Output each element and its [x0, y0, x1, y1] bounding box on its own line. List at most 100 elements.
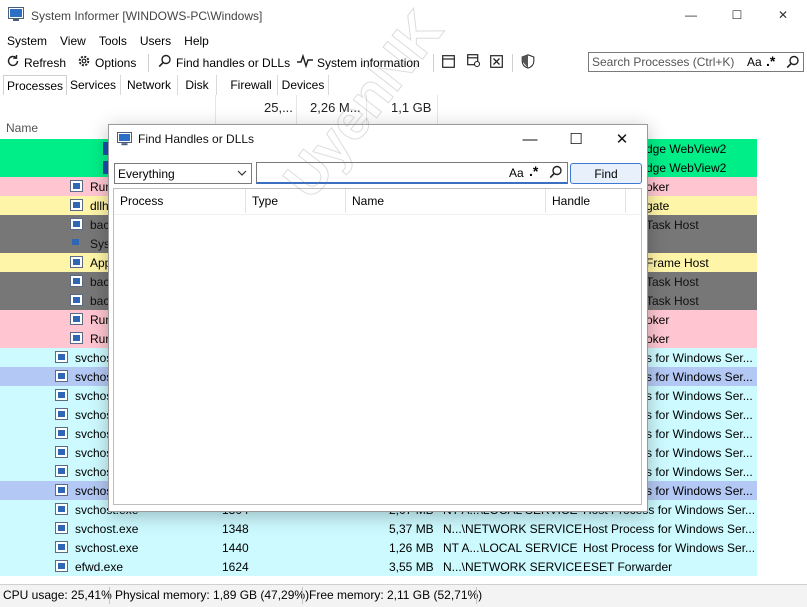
- gear-icon: [77, 54, 91, 71]
- process-name: bac: [90, 294, 110, 308]
- menu-tools[interactable]: Tools: [92, 32, 133, 48]
- dialog-minimize-button[interactable]: —: [507, 125, 553, 153]
- process-icon: [70, 313, 83, 325]
- name-column-header[interactable]: Name: [6, 121, 38, 135]
- match-case-toggle[interactable]: Aa: [747, 55, 762, 69]
- find-handles-button[interactable]: Find handles or DLLs: [158, 53, 290, 72]
- toolbar-separator: [512, 54, 513, 72]
- process-icon: [55, 560, 68, 572]
- process-column-header[interactable]: Process: [114, 189, 246, 213]
- process-name: svchos: [75, 389, 113, 403]
- name-column-header[interactable]: Name: [346, 189, 546, 213]
- handle-column-header[interactable]: Handle: [546, 189, 626, 213]
- process-name: bac: [90, 218, 110, 232]
- search-icon: [158, 54, 172, 71]
- options-label: Options: [95, 55, 137, 70]
- results-header: Process Type Name Handle: [114, 189, 641, 215]
- tab-services[interactable]: Services: [66, 75, 121, 95]
- process-name: svchost.exe: [75, 541, 139, 555]
- menu-users[interactable]: Users: [133, 32, 177, 48]
- process-name: Sys: [90, 237, 111, 251]
- process-name: efwd.exe: [75, 560, 124, 574]
- process-description: oker: [646, 313, 670, 327]
- process-name: bac: [90, 275, 110, 289]
- tab-firewall[interactable]: Firewall: [225, 75, 278, 95]
- process-icon: [70, 199, 83, 211]
- status-separator: [109, 587, 110, 604]
- menu-view[interactable]: View: [53, 32, 92, 48]
- search-icon[interactable]: [549, 165, 563, 182]
- window-title: System Informer [WINDOWS-PC\Windows]: [31, 9, 263, 23]
- scope-dropdown-value: Everything: [118, 167, 175, 181]
- refresh-label: Refresh: [24, 55, 67, 70]
- process-private-bytes: 5,37 MB: [389, 522, 434, 536]
- free-memory-status: Free memory: 2,11 GB (52,71%): [309, 588, 483, 602]
- process-name: svchos: [75, 427, 113, 441]
- tab-processes[interactable]: Processes: [3, 75, 67, 96]
- tab-devices[interactable]: Devices: [278, 75, 329, 95]
- regex-toggle[interactable]: .*: [766, 53, 775, 69]
- process-description: s for Windows Ser...: [646, 389, 753, 403]
- cpu-summary: 25,...: [264, 100, 293, 115]
- window-close-icon: [490, 54, 503, 71]
- find-window-button[interactable]: [467, 53, 481, 72]
- search-icon[interactable]: [786, 55, 800, 72]
- process-icon: [55, 522, 68, 534]
- table-row[interactable]: svchost.exe 1440 1,26 MB NT A...\LOCAL SERV…: [0, 538, 757, 557]
- process-private-bytes: 3,55 MB: [389, 560, 434, 574]
- window-icon: [442, 54, 455, 71]
- process-search-input[interactable]: Search Processes (Ctrl+K) Aa .*: [588, 52, 804, 72]
- refresh-button[interactable]: Refresh: [6, 53, 66, 72]
- process-user: NT A...\LOCAL SERVICE: [443, 541, 578, 555]
- process-name: svchos: [75, 370, 113, 384]
- table-row[interactable]: svchost.exe 1348 5,37 MB N...\NETWORK SERVI…: [0, 519, 757, 538]
- menu-help[interactable]: Help: [177, 32, 215, 48]
- maximize-icon: ☐: [569, 131, 583, 148]
- tab-network[interactable]: Network: [121, 75, 178, 95]
- process-description: s for Windows Ser...: [646, 370, 753, 384]
- find-button[interactable]: Find: [570, 163, 642, 184]
- pulse-icon: [297, 53, 313, 71]
- process-description: Task Host: [646, 294, 699, 308]
- dialog-title: Find Handles or DLLs: [138, 132, 255, 146]
- process-user: N...\NETWORK SERVICE: [443, 560, 583, 574]
- minimize-icon: —: [522, 130, 538, 148]
- process-name: svchos: [75, 465, 113, 479]
- process-name: svchos: [75, 408, 113, 422]
- find-handles-label: Find handles or DLLs: [176, 55, 291, 70]
- scope-dropdown[interactable]: Everything: [114, 163, 252, 184]
- refresh-icon: [6, 54, 20, 71]
- match-case-toggle[interactable]: Aa: [509, 166, 524, 180]
- process-icon: [55, 351, 68, 363]
- dialog-maximize-button[interactable]: ☐: [553, 125, 599, 153]
- process-icon: [70, 332, 83, 344]
- process-icon: [70, 180, 83, 192]
- process-description: ESET Forwarder: [583, 560, 673, 574]
- app-icon: [8, 7, 24, 22]
- close-button[interactable]: ✕: [760, 0, 806, 30]
- cpu-usage-status: CPU usage: 25,41%: [3, 588, 112, 602]
- options-button[interactable]: Options: [77, 53, 136, 72]
- find-window-kill-button[interactable]: [490, 53, 503, 72]
- dialog-app-icon: [117, 132, 132, 149]
- toolbar-separator: [148, 54, 149, 72]
- process-description: oker: [646, 180, 670, 194]
- window-button[interactable]: [442, 53, 455, 72]
- tab-disk[interactable]: Disk: [178, 75, 217, 95]
- process-description: Host Process for Windows Ser...: [583, 541, 756, 555]
- process-icon: [55, 408, 68, 420]
- dialog-close-button[interactable]: ✕: [599, 125, 645, 153]
- table-row[interactable]: efwd.exe 1624 3,55 MB N...\NETWORK SERVICE E…: [0, 557, 757, 576]
- gear-icon: [70, 237, 83, 249]
- maximize-button[interactable]: ☐: [714, 0, 760, 30]
- results-list[interactable]: Process Type Name Handle: [113, 188, 642, 505]
- process-name: svchos: [75, 446, 113, 460]
- menu-system[interactable]: System: [0, 32, 53, 48]
- shield-button[interactable]: [521, 53, 535, 72]
- search-placeholder: Search Processes (Ctrl+K): [592, 55, 735, 69]
- process-description: s for Windows Ser...: [646, 446, 753, 460]
- list-scroll-area: [757, 95, 807, 577]
- regex-toggle[interactable]: .*: [529, 163, 538, 179]
- minimize-button[interactable]: —: [668, 0, 714, 30]
- process-icon: [55, 541, 68, 553]
